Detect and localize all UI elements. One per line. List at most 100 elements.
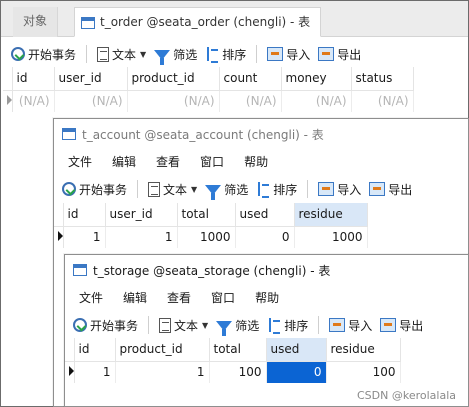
export-button[interactable]: 导出 (314, 43, 365, 65)
cell-total[interactable]: 1000 (177, 226, 236, 248)
cell-id[interactable]: 1 (74, 361, 116, 383)
cell-product-id[interactable]: 1 (115, 361, 210, 383)
column-header-total[interactable]: total (177, 203, 236, 227)
export-icon (380, 318, 397, 332)
cell-product-id[interactable]: (N/A) (127, 90, 220, 112)
import-label: 导入 (348, 318, 373, 333)
cell-money[interactable]: (N/A) (281, 90, 352, 112)
row-pointer[interactable] (54, 226, 64, 248)
row-pointer[interactable] (3, 90, 13, 112)
menu-file[interactable]: 文件 (58, 151, 102, 173)
menu-view[interactable]: 查看 (146, 151, 190, 173)
import-icon (329, 318, 346, 332)
menu-view[interactable]: 查看 (157, 287, 201, 309)
import-button[interactable]: 导入 (263, 43, 314, 65)
column-header-user-id[interactable]: user_id (54, 67, 128, 91)
tab-t-order-label: t_order @seata_order (chengli) - 表 (100, 15, 311, 29)
text-icon (97, 46, 110, 62)
row-pointer-icon (57, 231, 63, 242)
tab-bar: 对象 t_order @seata_order (chengli) - 表 (1, 1, 468, 37)
menu-window[interactable]: 窗口 (190, 151, 234, 173)
cell-status[interactable]: (N/A) (351, 90, 414, 112)
import-button[interactable]: 导入 (325, 314, 376, 336)
column-header-id[interactable]: id (74, 338, 116, 362)
filter-button[interactable]: 筛选 (150, 43, 201, 65)
sort-icon (267, 317, 281, 334)
column-header-used[interactable]: used (266, 338, 327, 362)
column-header-status[interactable]: status (351, 67, 414, 91)
toolbar-divider (137, 180, 139, 198)
cell-id[interactable]: 1 (63, 226, 106, 248)
import-label: 导入 (286, 47, 311, 62)
menu-edit[interactable]: 编辑 (102, 151, 146, 173)
sort-label: 排序 (284, 318, 309, 333)
column-header-id[interactable]: id (12, 67, 55, 91)
filter-label: 筛选 (224, 182, 249, 197)
text-icon (159, 317, 172, 333)
toolbar-divider (148, 316, 150, 334)
filter-label: 筛选 (235, 318, 260, 333)
tab-objects[interactable]: 对象 (13, 7, 59, 37)
text-button[interactable]: 文本 ▼ (93, 43, 150, 65)
row-pointer[interactable] (65, 361, 75, 383)
cell-residue[interactable]: 100 (326, 361, 401, 383)
begin-transaction-button[interactable]: 开始事务 (69, 314, 142, 336)
storage-title-bar[interactable]: t_storage @seata_storage (chengli) - 表 (65, 255, 468, 285)
begin-transaction-button[interactable]: 开始事务 (7, 43, 80, 65)
column-header-residue[interactable]: residue (326, 338, 401, 362)
column-header-id[interactable]: id (63, 203, 106, 227)
column-header-product-id[interactable]: product_id (127, 67, 220, 91)
cell-residue[interactable]: 1000 (294, 226, 368, 248)
cell-id[interactable]: (N/A) (12, 90, 55, 112)
toolbar-divider (256, 45, 258, 63)
table-row: (N/A) (N/A) (N/A) (N/A) (N/A) (N/A) (3, 90, 414, 112)
filter-label: 筛选 (173, 47, 198, 62)
account-title-bar[interactable]: t_account @seata_account (chengli) - 表 (54, 119, 468, 149)
column-header-total[interactable]: total (209, 338, 267, 362)
column-header-residue[interactable]: residue (294, 203, 368, 227)
export-button[interactable]: 导出 (365, 178, 416, 200)
storage-menu-bar: 文件 编辑 查看 窗口 帮助 (65, 285, 468, 311)
cell-count[interactable]: (N/A) (219, 90, 282, 112)
column-header-used[interactable]: used (235, 203, 295, 227)
begin-transaction-label: 开始事务 (28, 47, 77, 62)
menu-file[interactable]: 文件 (69, 287, 113, 309)
import-icon (267, 47, 284, 61)
column-header-count[interactable]: count (219, 67, 282, 91)
text-button[interactable]: 文本 ▼ (144, 178, 201, 200)
import-label: 导入 (337, 182, 362, 197)
sort-button[interactable]: 排序 (252, 178, 301, 200)
menu-edit[interactable]: 编辑 (113, 287, 157, 309)
column-header-product-id[interactable]: product_id (115, 338, 210, 362)
account-menu-bar: 文件 编辑 查看 窗口 帮助 (54, 149, 468, 175)
cell-user-id[interactable]: (N/A) (54, 90, 128, 112)
column-header-money[interactable]: money (281, 67, 352, 91)
row-header-corner (65, 338, 75, 362)
import-button[interactable]: 导入 (314, 178, 365, 200)
menu-help[interactable]: 帮助 (245, 287, 289, 309)
transaction-icon (73, 318, 87, 332)
column-header-user-id[interactable]: user_id (105, 203, 178, 227)
export-icon (318, 47, 335, 61)
grid-header-row: id product_id total used residue (65, 338, 401, 362)
filter-button[interactable]: 筛选 (201, 178, 252, 200)
account-grid: id user_id total used residue 1 1 1000 0… (54, 203, 368, 248)
export-button[interactable]: 导出 (376, 314, 427, 336)
cell-user-id[interactable]: 1 (105, 226, 178, 248)
menu-window[interactable]: 窗口 (201, 287, 245, 309)
sort-button[interactable]: 排序 (263, 314, 312, 336)
tab-t-order[interactable]: t_order @seata_order (chengli) - 表 (74, 7, 322, 37)
begin-transaction-button[interactable]: 开始事务 (58, 178, 131, 200)
filter-button[interactable]: 筛选 (212, 314, 263, 336)
menu-help[interactable]: 帮助 (234, 151, 278, 173)
cell-total[interactable]: 100 (209, 361, 267, 383)
sort-button[interactable]: 排序 (201, 43, 250, 65)
storage-grid: id product_id total used residue 1 1 100… (65, 338, 401, 383)
filter-icon (205, 185, 222, 200)
cell-used[interactable]: 0 (235, 226, 295, 248)
cell-used-selected[interactable]: 0 (266, 361, 327, 383)
row-header-corner (3, 67, 13, 91)
export-label: 导出 (337, 47, 362, 62)
filter-icon (216, 321, 233, 336)
text-button[interactable]: 文本 ▼ (155, 314, 212, 336)
